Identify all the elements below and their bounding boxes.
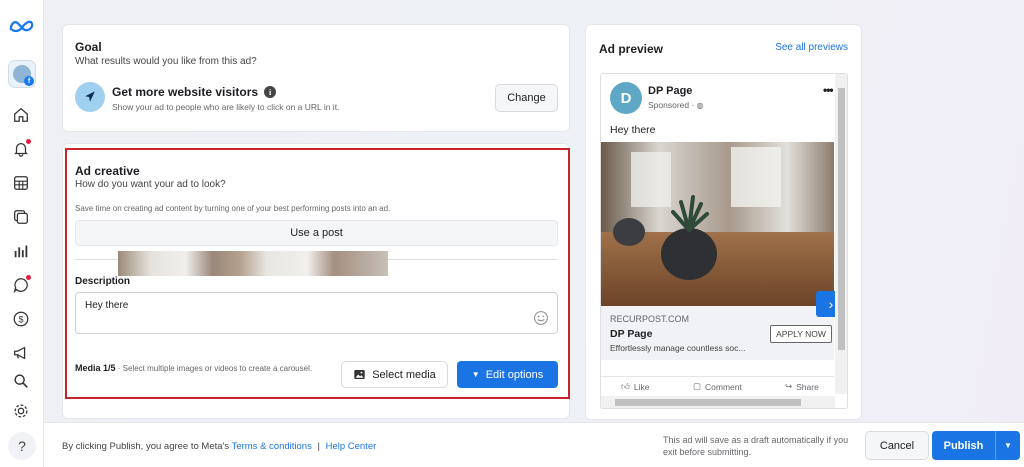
- cursor-click-icon: [75, 82, 105, 112]
- like-action[interactable]: 👍︎ Like: [621, 381, 649, 392]
- link-domain: RECURPOST.COM: [610, 314, 690, 324]
- page-avatar: D: [610, 82, 642, 114]
- horizontal-scroll-thumb[interactable]: [615, 399, 801, 406]
- apply-now-button[interactable]: APPLY NOW: [770, 325, 832, 343]
- vertical-scrollbar[interactable]: [835, 74, 847, 394]
- gear-icon[interactable]: [11, 401, 31, 421]
- ad-creative-card: Ad creative How do you want your ad to l…: [62, 143, 570, 419]
- sponsored-label: Sponsored · ◍: [648, 100, 704, 110]
- use-a-post-button[interactable]: Use a post: [75, 220, 558, 246]
- select-media-label: Select media: [372, 368, 436, 381]
- goal-option-title: Get more website visitors i: [112, 85, 277, 99]
- media-label: Media 1/5 · Select multiple images or vi…: [75, 361, 325, 376]
- share-icon: ↪: [785, 381, 793, 391]
- svg-text:$: $: [18, 315, 23, 325]
- bell-icon[interactable]: [11, 139, 31, 159]
- ad-creative-title: Ad creative: [75, 164, 140, 178]
- like-label: Like: [633, 381, 650, 392]
- edit-options-button[interactable]: ▼ Edit options: [457, 361, 558, 388]
- footer-agreement-text: By clicking Publish, you agree to Meta's: [62, 441, 230, 452]
- ad-preview-title: Ad preview: [599, 42, 664, 56]
- facebook-badge-icon: f: [24, 76, 34, 86]
- ad-image: [601, 142, 834, 306]
- cancel-button[interactable]: Cancel: [865, 431, 929, 460]
- select-media-button[interactable]: Select media: [341, 361, 448, 388]
- see-all-previews-link[interactable]: See all previews: [775, 42, 848, 53]
- goal-title: Goal: [75, 40, 102, 54]
- ad-preview-card: Ad preview See all previews D DP Page Sp…: [585, 24, 862, 420]
- bar-chart-icon[interactable]: [11, 241, 31, 261]
- horizontal-scrollbar[interactable]: [601, 396, 835, 408]
- footer-separator: |: [317, 441, 320, 452]
- search-icon[interactable]: [11, 371, 31, 391]
- link-description: Effortlessly manage countless soc...: [610, 343, 746, 353]
- media-count: Media 1/5: [75, 363, 116, 373]
- use-post-hint: Save time on creating ad content by turn…: [75, 204, 391, 213]
- comment-label: Comment: [705, 381, 742, 392]
- goal-option-subtitle: Show your ad to people who are likely to…: [112, 102, 340, 112]
- goal-subtitle: What results would you like from this ad…: [75, 56, 257, 67]
- footer-bar: By clicking Publish, you agree to Meta's…: [44, 422, 1024, 467]
- table-icon[interactable]: [11, 173, 31, 193]
- megaphone-icon[interactable]: [11, 343, 31, 363]
- page-name: DP Page: [648, 85, 693, 97]
- help-icon: ?: [18, 438, 26, 454]
- media-hint: · Select multiple images or videos to cr…: [117, 364, 313, 373]
- help-center-link[interactable]: Help Center: [326, 441, 377, 452]
- publish-button[interactable]: Publish: [932, 431, 996, 460]
- link-headline: DP Page: [610, 328, 653, 340]
- thumbs-up-icon: 👍︎: [621, 381, 630, 391]
- layers-icon[interactable]: [11, 207, 31, 227]
- image-icon: [354, 369, 365, 380]
- left-nav: f $ ?: [0, 0, 44, 467]
- chat-icon[interactable]: [11, 275, 31, 295]
- help-button[interactable]: ?: [8, 432, 36, 460]
- publish-button-group: Publish ▼: [932, 431, 1020, 460]
- info-icon[interactable]: i: [264, 86, 277, 98]
- home-icon[interactable]: [11, 105, 31, 125]
- draft-note: This ad will save as a draft automatical…: [663, 435, 849, 457]
- emoji-icon[interactable]: [533, 310, 549, 326]
- description-label: Description: [75, 276, 131, 287]
- edit-options-label: Edit options: [485, 368, 544, 381]
- ad-creative-subtitle: How do you want your ad to look?: [75, 179, 226, 190]
- footer-legal: By clicking Publish, you agree to Meta's…: [62, 441, 376, 452]
- meta-logo-icon[interactable]: [8, 17, 36, 35]
- description-value: Hey there: [85, 300, 129, 311]
- more-options-icon[interactable]: •••: [823, 83, 834, 97]
- share-action[interactable]: ↪ Share: [785, 381, 819, 392]
- share-label: Share: [796, 381, 819, 392]
- globe-icon: ◍: [696, 101, 704, 110]
- goal-card: Goal What results would you like from th…: [62, 24, 570, 132]
- post-actions: 👍︎ Like ▢ Comment ↪ Share: [601, 376, 834, 396]
- account-avatar[interactable]: f: [8, 60, 36, 88]
- post-text: Hey there: [610, 124, 656, 136]
- description-input[interactable]: Hey there: [75, 292, 558, 334]
- link-preview[interactable]: RECURPOST.COM DP Page Effortlessly manag…: [601, 306, 834, 360]
- chevron-right-icon: ›: [828, 296, 834, 312]
- media-thumbnail[interactable]: [118, 251, 388, 276]
- comment-icon: ▢: [693, 381, 702, 391]
- change-goal-button[interactable]: Change: [495, 84, 558, 112]
- preview-frame: D DP Page Sponsored · ◍ ••• Hey there RE…: [600, 73, 848, 409]
- caret-down-icon: ▼: [1004, 441, 1012, 450]
- caret-down-icon: ▼: [471, 370, 480, 379]
- publish-dropdown-button[interactable]: ▼: [996, 431, 1020, 460]
- goal-option-label: Get more website visitors: [112, 85, 259, 99]
- dollar-icon[interactable]: $: [11, 309, 31, 329]
- comment-action[interactable]: ▢ Comment: [693, 381, 742, 392]
- vertical-scroll-thumb[interactable]: [838, 88, 845, 350]
- terms-link[interactable]: Terms & conditions: [232, 441, 312, 452]
- sponsored-text: Sponsored ·: [648, 100, 697, 110]
